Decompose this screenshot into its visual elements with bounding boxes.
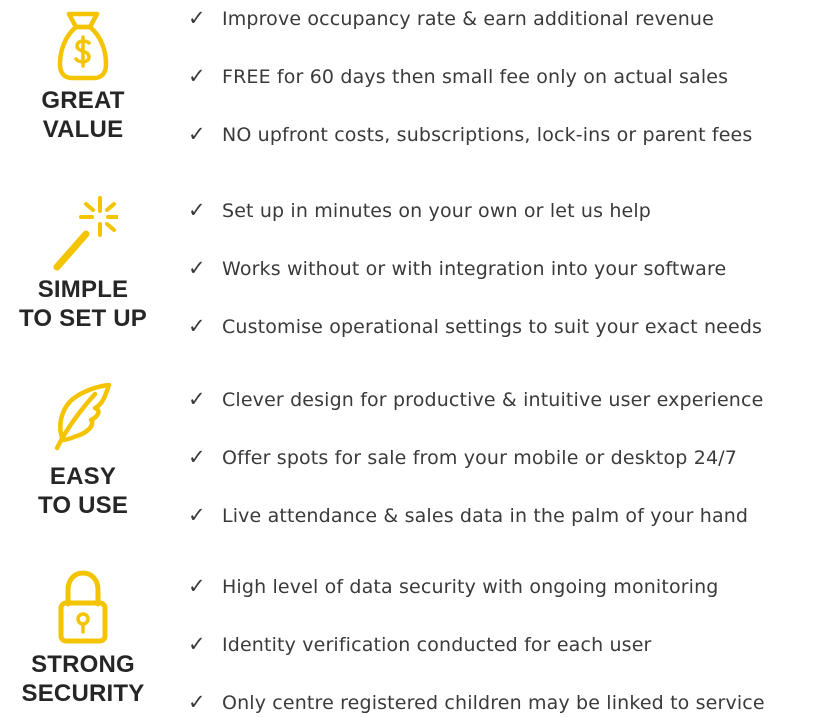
list-item-text: Identity verification conducted for each… [222,634,652,656]
list-item: ✓ High level of data security with ongoin… [188,573,765,600]
checkmark-icon: ✓ [188,64,206,88]
checkmark-icon: ✓ [188,574,206,598]
padlock-icon [58,570,108,644]
list-item: ✓ Customise operational settings to suit … [188,313,762,340]
list-item-text: Offer spots for sale from your mobile or… [222,447,737,469]
list-item: ✓ NO upfront costs, subscriptions, lock-i… [188,121,752,148]
category-label-line-2: TO SET UP [18,305,148,332]
magic-wand-icon [53,196,118,271]
list-item: ✓ Works without or with integration into … [188,255,762,282]
feature-list: ✓ Set up in minutes on your own or let us… [188,197,762,340]
list-item-text: Live attendance & sales data in the palm… [222,505,749,527]
checkmark-icon: ✓ [188,198,206,222]
checkmark-icon: ✓ [188,122,206,146]
section-icon-label-group: STRONG SECURITY [0,570,166,708]
list-item: ✓ FREE for 60 days then small fee only on… [188,63,752,90]
list-item-text: NO upfront costs, subscriptions, lock-in… [222,124,753,146]
checkmark-icon: ✓ [188,445,206,469]
section-icon-label-group: SIMPLE TO SET UP [0,195,166,333]
category-label-line-1: SIMPLE [37,276,129,303]
feather-icon [54,382,112,451]
category-label-line-2: TO USE [37,492,129,519]
list-item: ✓ Live attendance & sales data in the pal… [188,502,763,529]
category-label-line-2: SECURITY [21,680,145,707]
feature-list: ✓ High level of data security with ongoin… [188,573,765,716]
category-label-line-1: STRONG [31,651,135,678]
list-item-text: Improve occupancy rate & earn additional… [222,8,714,30]
checkmark-icon: ✓ [188,387,206,411]
list-item: ✓ Only centre registered children may be … [188,689,765,716]
list-item-text: Customise operational settings to suit y… [222,316,763,338]
list-item-text: FREE for 60 days then small fee only on … [222,66,729,88]
list-item-text: Set up in minutes on your own or let us … [222,200,651,222]
category-label-line-1: GREAT [41,87,125,114]
list-item: ✓ Offer spots for sale from your mobile o… [188,444,763,471]
checkmark-icon: ✓ [188,256,206,280]
feature-list: ✓ Improve occupancy rate & earn additiona… [188,5,752,148]
feature-list: ✓ Clever design for productive & intuitiv… [188,386,763,529]
checkmark-icon: ✓ [188,6,206,30]
list-item: ✓ Set up in minutes on your own or let us… [188,197,762,224]
category-label-line-1: EASY [49,463,117,490]
section-icon-label-group: EASY TO USE [0,382,166,520]
list-item-text: Only centre registered children may be l… [222,692,765,714]
list-item: ✓ Clever design for productive & intuitiv… [188,386,763,413]
checkmark-icon: ✓ [188,503,206,527]
list-item-text: Works without or with integration into y… [222,258,727,280]
list-item-text: High level of data security with ongoing… [222,576,719,598]
list-item: ✓ Identity verification conducted for eac… [188,631,765,658]
money-bag-icon [57,11,109,81]
list-item: ✓ Improve occupancy rate & earn additiona… [188,5,752,32]
list-item-text: Clever design for productive & intuitive… [222,389,764,411]
checkmark-icon: ✓ [188,690,206,714]
checkmark-icon: ✓ [188,314,206,338]
checkmark-icon: ✓ [188,632,206,656]
section-icon-label-group: GREAT VALUE [0,10,166,144]
category-label-line-2: VALUE [42,116,124,143]
